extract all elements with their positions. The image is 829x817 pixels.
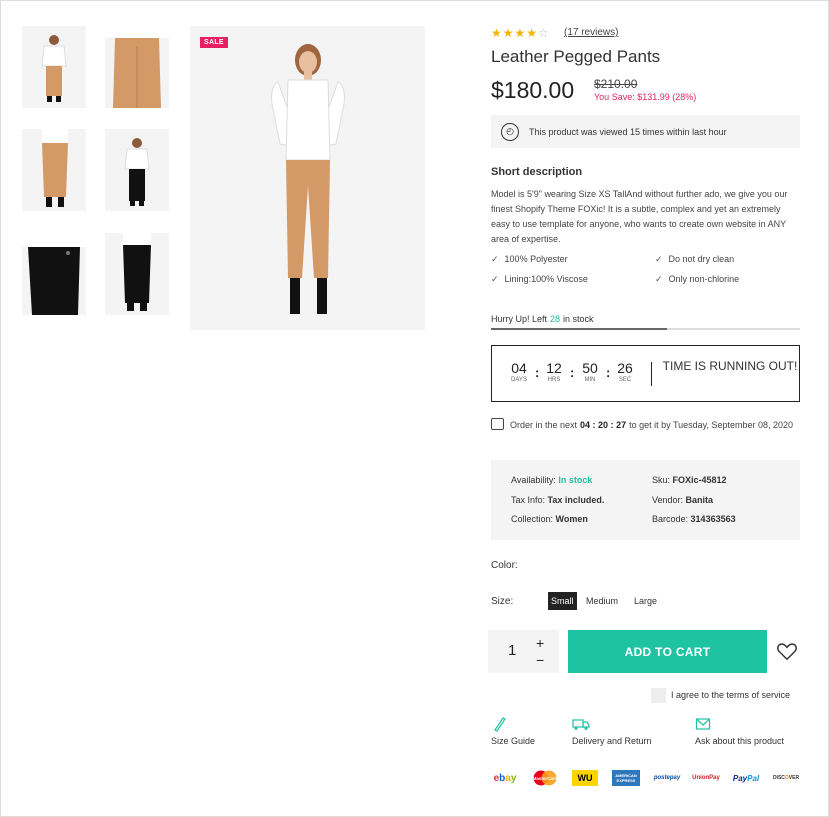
terms-checkbox[interactable] bbox=[651, 688, 666, 703]
reviews-link[interactable]: (17 reviews) bbox=[564, 27, 618, 38]
amex-icon: AMERICAN EXPRESS bbox=[612, 770, 640, 786]
paypal-icon: Pay Pal bbox=[732, 773, 760, 783]
delivery-estimate: Order in the next 04 : 20 : 27 to get it b… bbox=[491, 418, 800, 433]
barcode-row: Barcode: 314363563 bbox=[652, 514, 736, 524]
countdown-minutes: 50 MIN bbox=[582, 360, 598, 383]
size-option-large[interactable]: Large bbox=[631, 592, 660, 610]
feature-item: ✓ 100% Polyester bbox=[491, 254, 568, 264]
star-icon: ★ bbox=[514, 26, 527, 40]
size-option-small[interactable]: Small bbox=[548, 592, 577, 610]
old-price: $210.00 bbox=[594, 77, 638, 91]
color-label: Color: bbox=[491, 560, 518, 571]
delivery-return-link[interactable]: Delivery and Return bbox=[572, 716, 652, 746]
viewed-notice: ◴ This product was viewed 15 times withi… bbox=[491, 115, 800, 148]
product-price: $180.00 bbox=[491, 77, 575, 103]
delivery-timer: 04 : 20 : 27 bbox=[580, 420, 627, 430]
stock-progress-bar bbox=[491, 328, 800, 330]
svg-text:MasterCard: MasterCard bbox=[533, 776, 558, 781]
discover-icon: DISC O VER bbox=[772, 775, 800, 781]
envelope-icon bbox=[695, 718, 711, 730]
check-icon: ✓ bbox=[491, 274, 499, 284]
ask-about-product-link[interactable]: Ask about this product bbox=[695, 716, 784, 746]
feature-item: ✓ Do not dry clean bbox=[655, 254, 735, 264]
quantity-decrease-button[interactable]: − bbox=[536, 652, 544, 668]
countdown-seconds: 26 SEC bbox=[617, 360, 633, 383]
check-icon: ✓ bbox=[491, 254, 499, 264]
unionpay-icon: UnionPay bbox=[692, 775, 720, 781]
product-title: Leather Pegged Pants bbox=[491, 47, 661, 66]
truck-icon bbox=[572, 719, 590, 730]
thumbnail-2[interactable] bbox=[105, 26, 169, 108]
you-save-label: You Save: $131.99 (28%) bbox=[594, 92, 697, 102]
western-union-icon: WU bbox=[572, 770, 598, 786]
star-icon: ★ bbox=[491, 26, 503, 40]
countdown-days: 04 DAYS bbox=[511, 360, 527, 383]
wishlist-heart-icon[interactable] bbox=[776, 640, 798, 662]
star-outline-icon: ☆ bbox=[538, 26, 550, 40]
feature-item: ✓ Only non-chlorine bbox=[655, 274, 740, 284]
ruler-pencil-icon bbox=[494, 717, 506, 732]
sku-row: Sku: FOXic-45812 bbox=[652, 475, 727, 485]
product-meta: Availability: In stock Tax Info: Tax inc… bbox=[491, 460, 800, 540]
collection-row: Collection: Women bbox=[511, 514, 588, 524]
thumbnail-6[interactable] bbox=[105, 233, 169, 315]
rating-stars: ★★★★☆ bbox=[491, 26, 550, 40]
terms-label[interactable]: I agree to the terms of service bbox=[671, 690, 790, 700]
size-guide-link[interactable]: Size Guide bbox=[491, 716, 535, 746]
thumbnail-1[interactable] bbox=[22, 26, 86, 108]
thumbnail-3[interactable] bbox=[22, 129, 86, 211]
short-description-title: Short description bbox=[491, 166, 583, 178]
feature-item: ✓ Lining:100% Viscose bbox=[491, 274, 588, 284]
ebay-icon: ebay bbox=[493, 772, 517, 784]
postepay-icon: postepay bbox=[653, 775, 681, 781]
availability-row: Availability: In stock bbox=[511, 475, 593, 485]
size-option-medium[interactable]: Medium bbox=[583, 592, 621, 610]
tax-row: Tax Info: Tax included. bbox=[511, 495, 605, 505]
countdown-colon: : bbox=[570, 365, 575, 380]
quantity-increase-button[interactable]: + bbox=[536, 635, 544, 651]
quantity-value[interactable]: 1 bbox=[508, 642, 516, 659]
viewed-text: This product was viewed 15 times within … bbox=[529, 126, 727, 137]
eye-clock-icon: ◴ bbox=[501, 122, 519, 141]
countdown-timer: 04 DAYS : 12 HRS : 50 MIN : 26 SEC TIME IS R… bbox=[491, 345, 800, 402]
mastercard-icon: MasterCard bbox=[531, 770, 559, 786]
check-icon: ✓ bbox=[655, 254, 663, 264]
countdown-hours: 12 HRS bbox=[546, 360, 562, 383]
countdown-divider bbox=[651, 362, 652, 386]
star-icon: ★ bbox=[502, 26, 515, 40]
quantity-stepper: 1 + − bbox=[488, 630, 559, 673]
stock-progress-fill bbox=[491, 328, 668, 330]
thumbnail-5[interactable] bbox=[22, 233, 86, 315]
size-label: Size: bbox=[491, 596, 514, 607]
short-description-text: Model is 5'9" wearing Size XS TallAnd wi… bbox=[491, 189, 788, 244]
stock-count: 28 bbox=[550, 314, 561, 324]
add-to-cart-button[interactable]: ADD TO CART bbox=[568, 630, 767, 673]
stock-notice: Hurry Up! Left 28 in stock bbox=[491, 314, 594, 324]
countdown-message: TIME IS RUNNING OUT! bbox=[662, 359, 798, 373]
thumbnail-4[interactable] bbox=[105, 129, 169, 211]
check-icon: ✓ bbox=[655, 274, 663, 284]
main-product-image[interactable] bbox=[190, 26, 425, 330]
vendor-row: Vendor: Banita bbox=[652, 495, 714, 505]
sale-badge: SALE bbox=[200, 37, 228, 48]
truck-calendar-icon bbox=[491, 418, 504, 430]
star-icon: ★ bbox=[526, 26, 539, 40]
